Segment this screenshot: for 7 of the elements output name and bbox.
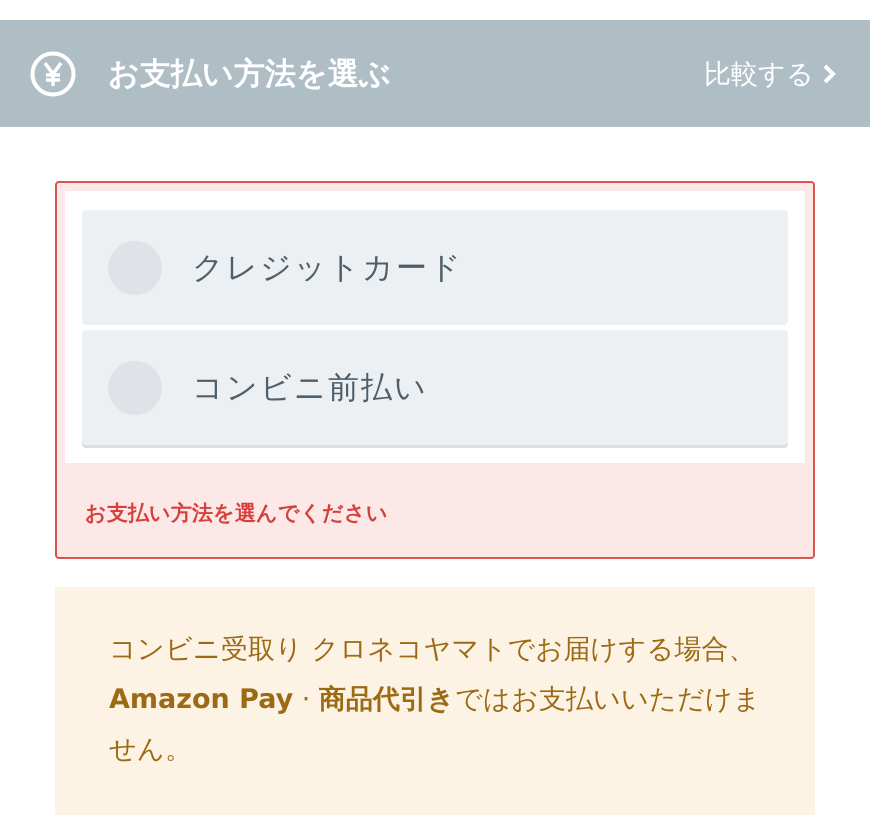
error-message: お支払い方法を選んでください (84, 500, 389, 527)
yen-icon (30, 50, 76, 96)
payment-option[interactable]: コンビニ前払い (82, 330, 788, 445)
notice-text: コンビニ受取り クロネコヤマトでお届けする場合、Amazon Pay · 商品代引きではお支払いいただけません。 (55, 587, 815, 815)
chevron-icon (822, 62, 836, 84)
payment-option[interactable]: クレジットカード (82, 210, 788, 325)
header-title: お支払い方法を選ぶ (108, 54, 392, 94)
